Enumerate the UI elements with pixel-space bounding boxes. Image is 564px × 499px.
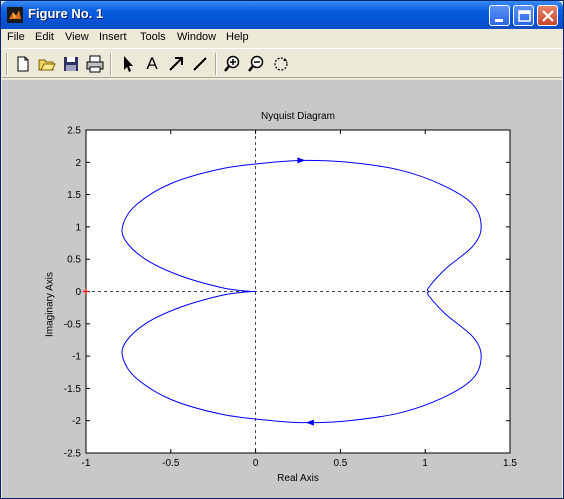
matlab-logo-icon <box>7 7 23 23</box>
y-tick-label: -2.5 <box>64 449 82 460</box>
text-icon[interactable]: A <box>142 54 162 74</box>
maximize-icon <box>518 10 531 22</box>
toolbar-grip <box>6 53 8 75</box>
zoom-in-icon[interactable] <box>223 54 243 74</box>
pointer-icon[interactable] <box>118 54 138 74</box>
toolbar: A <box>2 48 562 78</box>
y-tick-label: 2 <box>75 158 81 169</box>
toolbar-separator <box>110 53 112 75</box>
open-folder-icon[interactable] <box>37 54 57 74</box>
menu-edit[interactable]: Edit <box>35 31 54 43</box>
y-tick-label: 1 <box>75 222 81 233</box>
y-tick-label: 0 <box>75 287 81 298</box>
figure-canvas: Nyquist Diagram 2.5 2 1.5 1 0.5 0 -0.5 -1 -1.5 -2… <box>2 80 562 498</box>
toolbar-separator <box>215 53 217 75</box>
menu-file[interactable]: File <box>7 31 25 43</box>
y-tick-label: 2.5 <box>67 126 81 137</box>
title-bar[interactable]: Figure No. 1 <box>1 1 563 29</box>
y-tick-label: -2 <box>72 416 81 427</box>
line-icon[interactable] <box>190 54 210 74</box>
menu-tools[interactable]: Tools <box>140 31 166 43</box>
y-tick-label: -1.5 <box>64 384 82 395</box>
rotate-icon[interactable] <box>271 54 291 74</box>
menu-bar: File Edit View Insert Tools Window Help <box>2 29 562 48</box>
nyquist-plot[interactable]: 2.521.510.50-0.5-1-1.5-2-2.5-1 -0.5 0 0.5 1 1… <box>2 80 562 498</box>
print-icon[interactable] <box>85 54 105 74</box>
save-icon[interactable] <box>61 54 81 74</box>
x-tick-label: 0 <box>253 458 259 469</box>
y-tick-label: 1.5 <box>67 190 81 201</box>
window-title: Figure No. 1 <box>28 6 104 21</box>
zoom-out-icon[interactable] <box>247 54 267 74</box>
x-axis-label: Real Axis <box>277 473 319 484</box>
x-tick-label: 1.5 <box>503 458 517 469</box>
x-tick-label: -1 <box>82 458 91 469</box>
x-tick-label: 1 <box>422 458 428 469</box>
arrow-icon[interactable] <box>166 54 186 74</box>
menu-window[interactable]: Window <box>177 31 216 43</box>
y-axis-label: Imaginary Axis <box>44 271 56 338</box>
matlab-figure-window: Figure No. 1 File Edit View Insert Tools… <box>0 0 564 499</box>
minimize-icon <box>495 19 503 22</box>
y-tick-label: -1 <box>72 352 81 363</box>
close-button[interactable] <box>537 5 558 26</box>
x-tick-label: -0.5 <box>162 458 180 469</box>
maximize-button[interactable] <box>513 5 534 26</box>
y-tick-label: -0.5 <box>64 319 82 330</box>
minimize-button[interactable] <box>489 5 510 26</box>
menu-insert[interactable]: Insert <box>99 31 127 43</box>
menu-help[interactable]: Help <box>226 31 249 43</box>
x-tick-label: 0.5 <box>333 458 347 469</box>
y-tick-label: 0.5 <box>67 255 81 266</box>
close-icon <box>542 10 554 22</box>
new-file-icon[interactable] <box>13 54 33 74</box>
menu-view[interactable]: View <box>65 31 89 43</box>
